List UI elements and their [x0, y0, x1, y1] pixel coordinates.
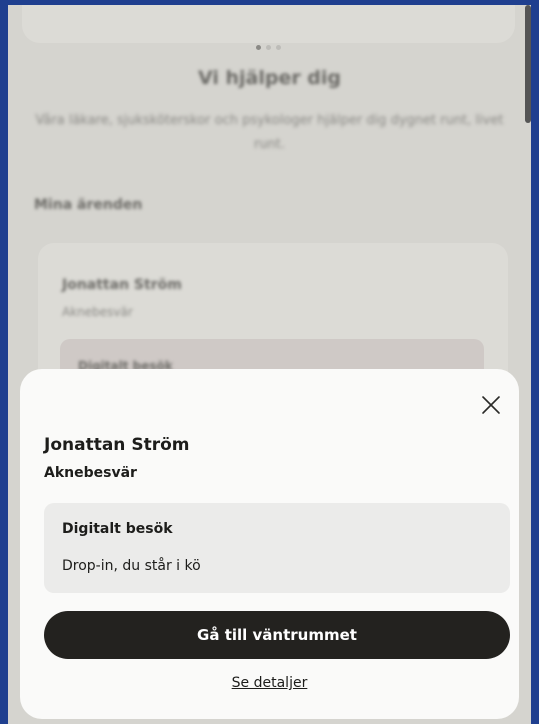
bottom-sheet: Jonattan Ström Aknebesvär Digitalt besök…	[20, 369, 519, 719]
close-button[interactable]	[479, 393, 503, 417]
see-details-link[interactable]: Se detaljer	[20, 675, 519, 691]
carousel-dot	[266, 45, 271, 50]
close-icon	[482, 396, 500, 414]
background-card-top	[22, 5, 515, 43]
section-title-my-cases: Mina ärenden	[34, 197, 143, 213]
carousel-dot	[256, 45, 261, 50]
hero-title: Vi hjälper dig	[197, 67, 342, 89]
background-case-name: Jonattan Ström	[62, 277, 182, 293]
scrollbar[interactable]	[525, 5, 531, 123]
case-topic: Aknebesvär	[44, 465, 137, 481]
visit-card: Digitalt besök Drop-in, du står i kö	[44, 503, 510, 593]
carousel-dots	[256, 45, 281, 50]
app-screen: Vi hjälper dig Våra läkare, sjukskötersk…	[8, 5, 531, 724]
visit-status: Drop-in, du står i kö	[62, 558, 201, 574]
hero-subtitle: Våra läkare, sjuksköterskor och psykolog…	[35, 113, 504, 152]
carousel-dot	[276, 45, 281, 50]
go-to-waiting-room-button[interactable]: Gå till väntrummet	[44, 611, 510, 659]
visit-type: Digitalt besök	[62, 521, 173, 537]
background-case-topic: Aknebesvär	[62, 305, 133, 319]
case-name: Jonattan Ström	[44, 435, 190, 455]
